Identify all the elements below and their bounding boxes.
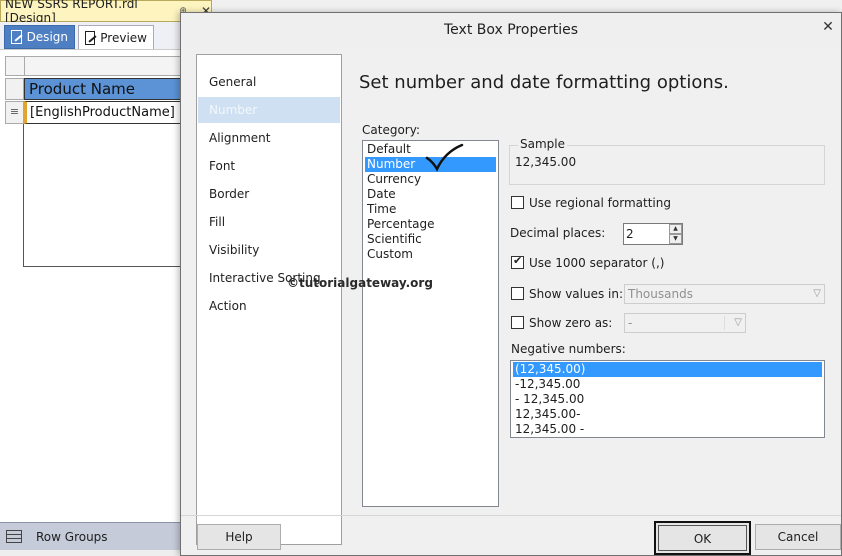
- report-body-border: [23, 266, 200, 267]
- show-values-in-label: Show values in:: [529, 287, 624, 301]
- checkmark-annotation-icon: [425, 143, 464, 172]
- help-button[interactable]: Help: [197, 524, 281, 550]
- tablix-header-cell[interactable]: Product Name: [24, 78, 200, 100]
- nav-item-number[interactable]: Number: [198, 97, 340, 123]
- text-box-properties-dialog: Text Box Properties ✕ General Number Align…: [180, 12, 842, 556]
- nav-item-border[interactable]: Border: [198, 181, 340, 207]
- use-1000-separator-checkbox[interactable]: [511, 254, 524, 269]
- negative-numbers-label: Negative numbers:: [511, 342, 626, 356]
- combo-divider: [724, 316, 725, 330]
- use-regional-formatting-checkbox[interactable]: [511, 196, 524, 209]
- use-1000-separator-label: Use 1000 separator (,): [529, 256, 665, 270]
- show-values-in-checkbox[interactable]: [511, 287, 524, 300]
- show-zero-as-label: Show zero as:: [529, 316, 613, 330]
- category-item-currency[interactable]: Currency: [365, 172, 496, 187]
- nav-item-general[interactable]: General: [198, 69, 340, 95]
- category-item-date[interactable]: Date: [365, 187, 496, 202]
- preview-icon: [85, 30, 96, 45]
- dialog-title: Text Box Properties: [444, 22, 578, 38]
- row-groups-label: Row Groups: [36, 529, 108, 544]
- negative-format-item[interactable]: 12,345.00-: [513, 407, 822, 422]
- use-regional-formatting-label: Use regional formatting: [529, 196, 671, 210]
- category-item-custom[interactable]: Custom: [365, 247, 496, 262]
- tab-design-label: Design: [26, 30, 68, 44]
- ok-button[interactable]: OK: [654, 521, 751, 555]
- spin-up-icon[interactable]: ▲: [669, 224, 682, 234]
- tab-preview[interactable]: Preview: [78, 25, 154, 49]
- tablix-corner-handle[interactable]: [5, 56, 25, 76]
- nav-item-visibility[interactable]: Visibility: [198, 237, 340, 263]
- show-zero-as-value: -: [628, 316, 633, 330]
- row-groups-pane[interactable]: Row Groups: [0, 522, 200, 550]
- report-body-border: [23, 124, 24, 267]
- design-view-icon: [11, 30, 22, 44]
- chevron-down-icon: ▽: [813, 288, 821, 299]
- nav-item-action[interactable]: Action: [198, 293, 340, 319]
- negative-format-item[interactable]: -12,345.00: [513, 377, 822, 392]
- tab-design[interactable]: Design: [4, 25, 75, 49]
- negative-format-item[interactable]: 12,345.00 -: [513, 422, 822, 437]
- close-icon[interactable]: ✕: [817, 16, 839, 38]
- row-groups-icon: [6, 530, 22, 543]
- spin-down-icon[interactable]: ▼: [669, 234, 682, 244]
- negative-numbers-list[interactable]: (12,345.00) -12,345.00- 12,345.00 12,345.0…: [510, 360, 825, 438]
- groups-pane-strip: [0, 550, 200, 556]
- decimal-places-spinner[interactable]: ▲ ▼: [669, 224, 682, 244]
- ok-button-label: OK: [658, 525, 747, 551]
- category-item-time[interactable]: Time: [365, 202, 496, 217]
- sample-value: 12,345.00: [515, 155, 577, 169]
- show-zero-as-select[interactable]: - ▽: [624, 313, 746, 333]
- sample-label: Sample: [518, 137, 567, 151]
- button-separator: [181, 515, 841, 516]
- cancel-button[interactable]: Cancel: [755, 524, 841, 550]
- tablix-data-cell[interactable]: [EnglishProductName]: [24, 101, 200, 124]
- property-pages-list: General Number Alignment Font Border Fill Visi…: [196, 54, 342, 545]
- column-handle[interactable]: [25, 56, 200, 76]
- details-row-handle[interactable]: ≡: [5, 101, 24, 124]
- view-tab-bar: Design Preview: [0, 22, 200, 50]
- category-item-scientific[interactable]: Scientific: [365, 232, 496, 247]
- negative-format-item[interactable]: - 12,345.00: [513, 392, 822, 407]
- category-item-percentage[interactable]: Percentage: [365, 217, 496, 232]
- header-row-handle[interactable]: [5, 78, 24, 100]
- nav-item-alignment[interactable]: Alignment: [198, 125, 340, 151]
- report-designer: NEW SSRS REPORT.rdl [Design] ⊕ ✕ Design …: [0, 0, 212, 556]
- show-values-in-select[interactable]: Thousands ▽: [624, 284, 825, 304]
- nav-item-font[interactable]: Font: [198, 153, 340, 179]
- chevron-down-icon: ▽: [734, 317, 742, 328]
- dialog-titlebar[interactable]: Text Box Properties ✕: [181, 13, 841, 47]
- nav-item-fill[interactable]: Fill: [198, 209, 340, 235]
- decimal-places-label: Decimal places:: [510, 226, 606, 240]
- category-list[interactable]: Default Number Currency Date Time Percentage S…: [362, 140, 499, 507]
- show-values-in-value: Thousands: [628, 287, 693, 301]
- negative-format-item[interactable]: (12,345.00): [513, 362, 822, 377]
- watermark: ©tutorialgateway.org: [287, 276, 433, 290]
- category-label: Category:: [362, 123, 420, 137]
- tab-preview-label: Preview: [100, 30, 147, 45]
- show-zero-as-checkbox[interactable]: [511, 316, 524, 329]
- page-heading: Set number and date formatting options.: [359, 72, 729, 93]
